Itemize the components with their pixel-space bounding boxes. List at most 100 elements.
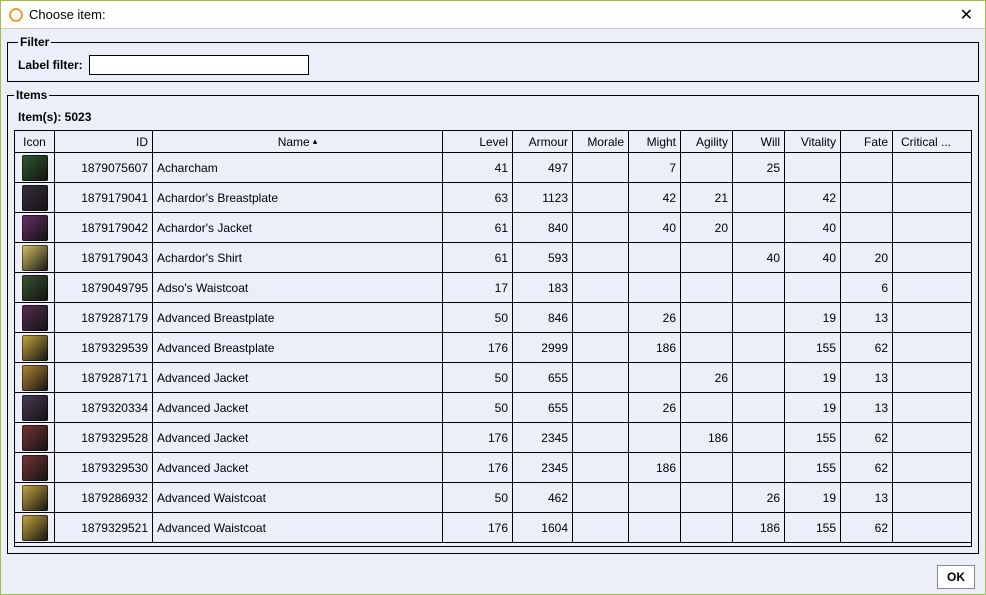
table-row[interactable]: 1879179041Achardor's Breastplate63112342… xyxy=(15,183,971,213)
cell-critical xyxy=(893,513,955,542)
cell-morale xyxy=(573,243,629,272)
cell-vitality xyxy=(785,153,841,182)
col-fate[interactable]: Fate xyxy=(841,131,893,152)
cell-armour: 497 xyxy=(513,153,573,182)
cell-vitality: 155 xyxy=(785,333,841,362)
filter-label: Label filter: xyxy=(18,58,83,72)
cell-fate: 20 xyxy=(841,243,893,272)
item-icon xyxy=(22,185,48,211)
table-row[interactable]: 1879286932Advanced Waistcoat50462261913 xyxy=(15,483,971,513)
titlebar: Choose item: ✕ xyxy=(1,1,985,29)
table-row[interactable]: 1879179043Achardor's Shirt61593404020 xyxy=(15,243,971,273)
cell-name: Adso's Waistcoat xyxy=(153,273,443,302)
table-row[interactable]: 1879179042Achardor's Jacket61840402040 xyxy=(15,213,971,243)
item-icon xyxy=(22,155,48,181)
cell-fate: 13 xyxy=(841,303,893,332)
cell-id: 1879329528 xyxy=(55,423,153,452)
cell-morale xyxy=(573,483,629,512)
cell-agility: 186 xyxy=(681,423,733,452)
label-filter-input[interactable] xyxy=(89,55,309,75)
cell-armour: 846 xyxy=(513,303,573,332)
cell-critical xyxy=(893,273,955,302)
table-row[interactable]: 1879049795Adso's Waistcoat171836 xyxy=(15,273,971,303)
cell-icon xyxy=(15,183,55,212)
cell-id: 1879329539 xyxy=(55,333,153,362)
table-row[interactable]: 1879329530Advanced Jacket176234518615562 xyxy=(15,453,971,483)
cell-critical xyxy=(893,483,955,512)
cell-might xyxy=(629,513,681,542)
cell-armour: 2345 xyxy=(513,423,573,452)
cell-morale xyxy=(573,273,629,302)
cell-level: 63 xyxy=(443,183,513,212)
cell-might: 40 xyxy=(629,213,681,242)
cell-will xyxy=(733,303,785,332)
cell-vitality xyxy=(785,273,841,302)
cell-name: Advanced Jacket xyxy=(153,363,443,392)
cell-might: 26 xyxy=(629,393,681,422)
cell-name: Advanced Breastplate xyxy=(153,303,443,332)
item-icon xyxy=(22,515,48,541)
cell-might: 186 xyxy=(629,453,681,482)
col-name[interactable]: Name ▴ xyxy=(153,131,443,152)
cell-agility: 20 xyxy=(681,213,733,242)
cell-agility xyxy=(681,243,733,272)
cell-id: 1879049795 xyxy=(55,273,153,302)
cell-id: 1879320334 xyxy=(55,393,153,422)
item-icon xyxy=(22,395,48,421)
table-row[interactable]: 1879287171Advanced Jacket50655261913 xyxy=(15,363,971,393)
table-header: Icon ID Name ▴ Level Armour Morale Might… xyxy=(15,131,971,153)
cell-will xyxy=(733,183,785,212)
cell-level: 50 xyxy=(443,363,513,392)
col-armour[interactable]: Armour xyxy=(513,131,573,152)
cell-will: 26 xyxy=(733,483,785,512)
col-might[interactable]: Might xyxy=(629,131,681,152)
cell-critical xyxy=(893,393,955,422)
cell-critical xyxy=(893,423,955,452)
col-level[interactable]: Level xyxy=(443,131,513,152)
cell-morale xyxy=(573,393,629,422)
table-row[interactable]: 1879329528Advanced Jacket176234518615562 xyxy=(15,423,971,453)
cell-fate: 62 xyxy=(841,453,893,482)
cell-name: Achardor's Jacket xyxy=(153,213,443,242)
cell-morale xyxy=(573,513,629,542)
cell-armour: 183 xyxy=(513,273,573,302)
col-will[interactable]: Will xyxy=(733,131,785,152)
cell-vitality: 40 xyxy=(785,213,841,242)
close-icon[interactable]: ✕ xyxy=(956,5,977,25)
cell-vitality: 42 xyxy=(785,183,841,212)
col-agility[interactable]: Agility xyxy=(681,131,733,152)
cell-fate: 6 xyxy=(841,273,893,302)
cell-id: 1879329530 xyxy=(55,453,153,482)
table-row[interactable]: 1879320334Advanced Jacket50655261913 xyxy=(15,393,971,423)
item-icon xyxy=(22,335,48,361)
cell-critical xyxy=(893,183,955,212)
ok-button[interactable]: OK xyxy=(937,565,975,589)
cell-vitality: 155 xyxy=(785,423,841,452)
col-id[interactable]: ID xyxy=(55,131,153,152)
table-row[interactable]: 1879329539Advanced Breastplate1762999186… xyxy=(15,333,971,363)
item-count: Item(s): 5023 xyxy=(18,110,972,124)
col-morale[interactable]: Morale xyxy=(573,131,629,152)
item-icon xyxy=(22,485,48,511)
cell-morale xyxy=(573,423,629,452)
cell-level: 50 xyxy=(443,393,513,422)
table-row[interactable]: 1879287179Advanced Breastplate5084626191… xyxy=(15,303,971,333)
table-row[interactable]: 1879075607Acharcham41497725 xyxy=(15,153,971,183)
table-body[interactable]: 1879075607Acharcham414977251879179041Ach… xyxy=(15,153,971,546)
col-vitality[interactable]: Vitality xyxy=(785,131,841,152)
cell-agility xyxy=(681,153,733,182)
cell-id: 1879075607 xyxy=(55,153,153,182)
col-critical[interactable]: Critical ... xyxy=(893,131,955,152)
cell-fate: 62 xyxy=(841,333,893,362)
cell-fate: 62 xyxy=(841,423,893,452)
cell-will xyxy=(733,273,785,302)
cell-id: 1879179041 xyxy=(55,183,153,212)
sort-asc-icon: ▴ xyxy=(313,136,318,147)
cell-might xyxy=(629,423,681,452)
item-icon xyxy=(22,425,48,451)
items-legend: Items xyxy=(14,88,49,102)
col-icon[interactable]: Icon xyxy=(15,131,55,152)
cell-name: Achardor's Shirt xyxy=(153,243,443,272)
table-row[interactable]: 1879329521Advanced Waistcoat176160418615… xyxy=(15,513,971,543)
cell-icon xyxy=(15,213,55,242)
